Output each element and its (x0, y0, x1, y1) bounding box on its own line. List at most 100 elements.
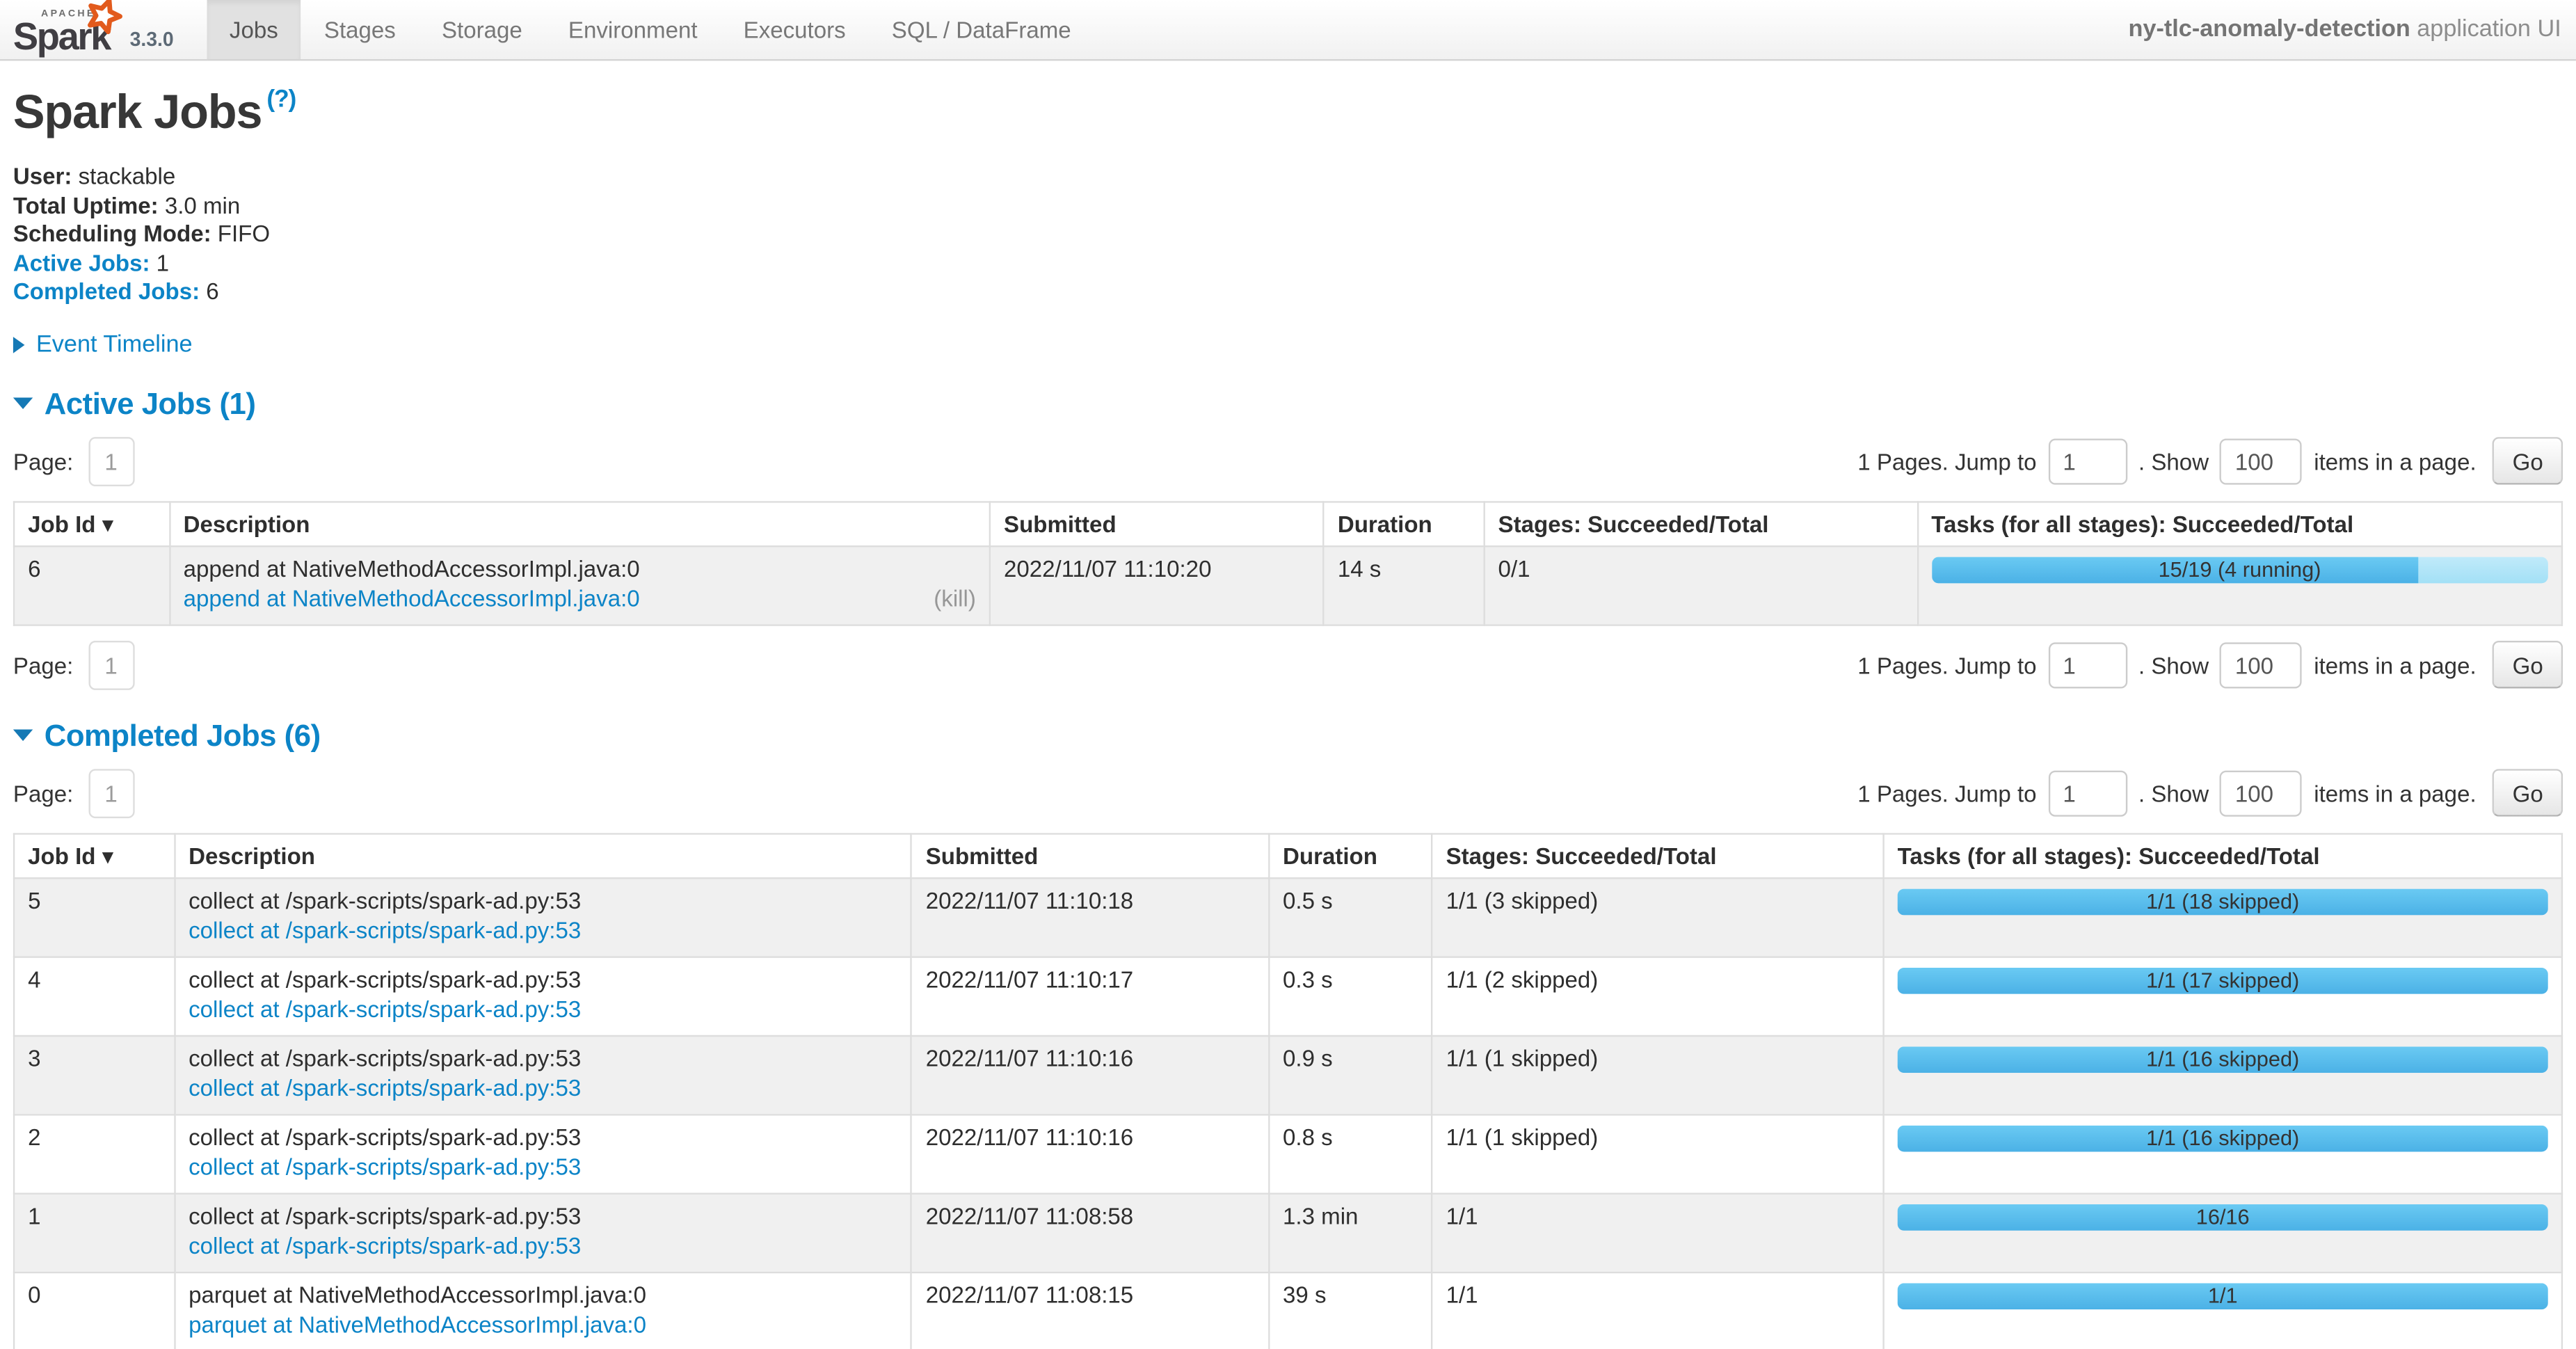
items-text: items in a page. (2314, 781, 2476, 807)
summary-item: User: stackable (13, 163, 2563, 192)
duration-cell: 39 s (1269, 1272, 1432, 1349)
nav-tab[interactable]: Storage (419, 0, 545, 59)
go-button[interactable]: Go (2493, 769, 2563, 817)
summary-item: Total Uptime: 3.0 min (13, 191, 2563, 221)
summary-label: Completed Jobs: (13, 278, 200, 305)
help-link[interactable]: (?) (266, 86, 296, 113)
tasks-cell: 1/1 (17 skipped) (1884, 957, 2562, 1036)
page-number[interactable]: 1 (88, 641, 134, 690)
summary-label: Total Uptime: (13, 191, 159, 218)
completed-jobs-heading[interactable]: Completed Jobs (6) (13, 718, 2563, 754)
collapse-expanded-icon (13, 731, 33, 742)
col-tasks[interactable]: Tasks (for all stages): Succeeded/Total (1917, 502, 2562, 546)
duration-cell: 0.8 s (1269, 1115, 1432, 1193)
page-label: Page: (13, 652, 73, 678)
application-suffix: application UI (2417, 17, 2561, 43)
tasks-cell: 16/16 (1884, 1194, 2562, 1272)
duration-cell: 0.5 s (1269, 878, 1432, 957)
job-detail-link[interactable]: append at NativeMethodAccessorImpl.java:… (184, 583, 640, 613)
show-items-input[interactable] (2221, 771, 2303, 817)
tasks-progress-bar: 15/19 (4 running) (1931, 557, 2548, 584)
col-description[interactable]: Description (170, 502, 990, 546)
job-description-text: collect at /spark-scripts/spark-ad.py:53 (189, 1201, 897, 1231)
summary-label: User: (13, 163, 72, 189)
nav-tab[interactable]: SQL / DataFrame (869, 0, 1094, 59)
tasks-progress-bar: 1/1 (16 skipped) (1898, 1126, 2548, 1152)
job-description-text: append at NativeMethodAccessorImpl.java:… (184, 554, 976, 584)
spark-version: 3.3.0 (130, 28, 174, 51)
job-description-text: collect at /spark-scripts/spark-ad.py:53 (189, 1044, 897, 1073)
event-timeline-toggle[interactable]: Event Timeline (13, 332, 2563, 358)
submitted-cell: 2022/11/07 11:10:16 (912, 1115, 1269, 1193)
col-job-id[interactable]: Job Id ▾ (14, 502, 169, 546)
go-button[interactable]: Go (2493, 641, 2563, 689)
summary-item: Active Jobs: 1 (13, 249, 2563, 278)
nav-tab[interactable]: Environment (545, 0, 721, 59)
collapse-expanded-icon (13, 399, 33, 410)
tasks-cell: 15/19 (4 running) (1917, 546, 2562, 625)
summary-value: stackable (79, 163, 176, 189)
completed-job-row: 5 collect at /spark-scripts/spark-ad.py:… (14, 878, 2562, 957)
col-duration[interactable]: Duration (1324, 502, 1485, 546)
pager-row: Page: 1 1 Pages. Jump to . Show items in… (13, 769, 2563, 818)
show-text: . Show (2138, 781, 2209, 807)
nav-tab[interactable]: Jobs (207, 0, 301, 59)
jump-to-input[interactable] (2048, 438, 2127, 484)
go-button[interactable]: Go (2493, 438, 2563, 485)
progress-label: 1/1 (16 skipped) (1898, 1046, 2548, 1073)
show-items-input[interactable] (2221, 642, 2303, 688)
job-detail-link[interactable]: collect at /spark-scripts/spark-ad.py:53 (189, 1151, 581, 1181)
col-job-id[interactable]: Job Id ▾ (14, 833, 175, 878)
kill-link[interactable]: (kill) (934, 583, 976, 613)
job-detail-link[interactable]: collect at /spark-scripts/spark-ad.py:53 (189, 1231, 581, 1261)
page-number[interactable]: 1 (88, 769, 134, 818)
completed-jobs-table: Job Id ▾ Description Submitted Duration … (13, 833, 2563, 1349)
progress-label: 16/16 (1898, 1204, 2548, 1231)
job-detail-link[interactable]: collect at /spark-scripts/spark-ad.py:53 (189, 1073, 581, 1103)
items-text: items in a page. (2314, 652, 2476, 678)
col-submitted[interactable]: Submitted (990, 502, 1324, 546)
submitted-cell: 2022/11/07 11:10:18 (912, 878, 1269, 957)
tasks-progress-bar: 16/16 (1898, 1204, 2548, 1231)
progress-label: 15/19 (4 running) (1931, 557, 2548, 584)
col-submitted[interactable]: Submitted (912, 833, 1269, 878)
progress-label: 1/1 (16 skipped) (1898, 1126, 2548, 1152)
completed-job-row: 1 collect at /spark-scripts/spark-ad.py:… (14, 1194, 2562, 1272)
duration-cell: 0.9 s (1269, 1036, 1432, 1115)
page-number[interactable]: 1 (88, 437, 134, 486)
col-stages[interactable]: Stages: Succeeded/Total (1484, 502, 1917, 546)
nav-tab[interactable]: Executors (721, 0, 869, 59)
submitted-cell: 2022/11/07 11:08:15 (912, 1272, 1269, 1349)
job-detail-link[interactable]: collect at /spark-scripts/spark-ad.py:53 (189, 915, 581, 945)
job-id-cell: 5 (14, 878, 175, 957)
submitted-cell: 2022/11/07 11:08:58 (912, 1194, 1269, 1272)
duration-cell: 14 s (1324, 546, 1485, 625)
stages-cell: 1/1 (3 skipped) (1432, 878, 1884, 957)
active-jobs-table: Job Id ▾ Description Submitted Duration … (13, 501, 2563, 625)
summary-value: 1 (157, 249, 169, 276)
table-header-row: Job Id ▾ Description Submitted Duration … (14, 502, 2562, 546)
active-jobs-heading[interactable]: Active Jobs (1) (13, 386, 2563, 422)
col-tasks[interactable]: Tasks (for all stages): Succeeded/Total (1884, 833, 2562, 878)
tasks-cell: 1/1 (18 skipped) (1884, 878, 2562, 957)
job-detail-link[interactable]: collect at /spark-scripts/spark-ad.py:53 (189, 994, 581, 1024)
nav-tab[interactable]: Stages (301, 0, 419, 59)
summary-value: FIFO (218, 221, 270, 247)
job-description-cell: append at NativeMethodAccessorImpl.java:… (170, 546, 990, 625)
col-stages[interactable]: Stages: Succeeded/Total (1432, 833, 1884, 878)
job-description-cell: collect at /spark-scripts/spark-ad.py:53… (175, 957, 912, 1036)
show-items-input[interactable] (2221, 438, 2303, 484)
pager-row: Page: 1 1 Pages. Jump to . Show items in… (13, 437, 2563, 486)
job-description-text: collect at /spark-scripts/spark-ad.py:53 (189, 886, 897, 916)
job-detail-link[interactable]: parquet at NativeMethodAccessorImpl.java… (189, 1309, 646, 1339)
summary-item: Scheduling Mode: FIFO (13, 221, 2563, 250)
active-job-row: 6 append at NativeMethodAccessorImpl.jav… (14, 546, 2562, 625)
job-description-cell: collect at /spark-scripts/spark-ad.py:53… (175, 1194, 912, 1272)
col-description[interactable]: Description (175, 833, 912, 878)
col-duration[interactable]: Duration (1269, 833, 1432, 878)
job-description-text: collect at /spark-scripts/spark-ad.py:53 (189, 964, 897, 994)
jump-to-input[interactable] (2048, 642, 2127, 688)
tasks-progress-bar: 1/1 (16 skipped) (1898, 1046, 2548, 1073)
jump-to-input[interactable] (2048, 771, 2127, 817)
table-header-row: Job Id ▾ Description Submitted Duration … (14, 833, 2562, 878)
